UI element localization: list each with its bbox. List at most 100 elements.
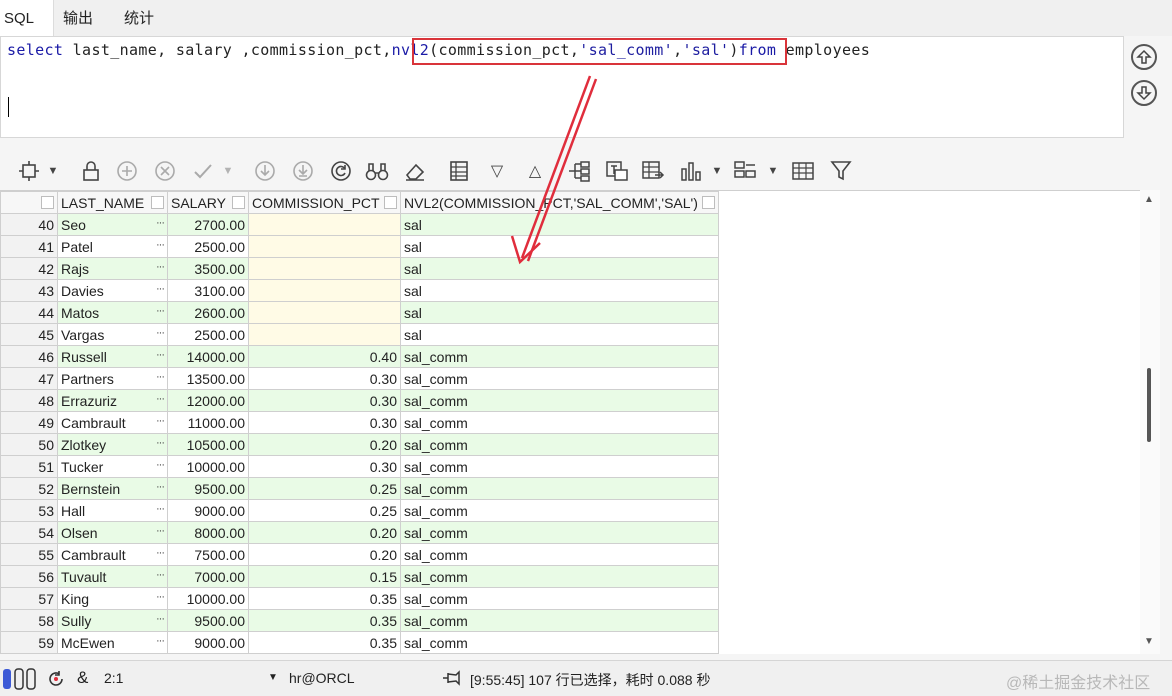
connection-dropdown-icon[interactable]: ▼ xyxy=(268,672,278,683)
cell-commission-pct[interactable] xyxy=(248,301,401,324)
fetch-last-icon[interactable] xyxy=(290,158,316,184)
row-number[interactable]: 43 xyxy=(0,279,58,302)
cell-editor-ellipsis-icon[interactable]: ··· xyxy=(156,459,165,471)
table-row[interactable]: 41 Patel ··· 2500.00 sal xyxy=(0,235,719,258)
table-row[interactable]: 47 Partners ··· 13500.00 0.30 sal_comm xyxy=(0,367,719,390)
tab-output[interactable]: 输出 xyxy=(63,0,93,36)
cell-editor-ellipsis-icon[interactable]: ··· xyxy=(156,371,165,383)
cell-last-name[interactable]: Errazuriz ··· xyxy=(57,389,168,412)
cell-editor-ellipsis-icon[interactable]: ··· xyxy=(156,239,165,251)
cell-commission-pct[interactable]: 0.40 xyxy=(248,345,401,368)
cell-last-name[interactable]: Tucker ··· xyxy=(57,455,168,478)
filter-icon[interactable] xyxy=(828,158,854,184)
cell-nvl2[interactable]: sal xyxy=(400,257,719,280)
cell-salary[interactable]: 7000.00 xyxy=(167,565,249,588)
cell-nvl2[interactable]: sal_comm xyxy=(400,543,719,566)
export-grid-icon[interactable] xyxy=(640,158,666,184)
row-number-header[interactable] xyxy=(0,191,58,214)
cell-last-name[interactable]: Zlotkey ··· xyxy=(57,433,168,456)
cell-salary[interactable]: 7500.00 xyxy=(167,543,249,566)
column-header-commission-pct[interactable]: COMMISSION_PCT xyxy=(248,191,401,214)
add-row-icon[interactable] xyxy=(114,158,140,184)
table-row[interactable]: 52 Bernstein ··· 9500.00 0.25 sal_comm xyxy=(0,477,719,500)
sort-asc-icon[interactable]: △ xyxy=(524,158,546,184)
cell-editor-ellipsis-icon[interactable]: ··· xyxy=(156,481,165,493)
table-row[interactable]: 50 Zlotkey ··· 10500.00 0.20 sal_comm xyxy=(0,433,719,456)
cell-commission-pct[interactable]: 0.30 xyxy=(248,455,401,478)
table-row[interactable]: 57 King ··· 10000.00 0.35 sal_comm xyxy=(0,587,719,610)
cell-commission-pct[interactable]: 0.25 xyxy=(248,477,401,500)
cell-editor-ellipsis-icon[interactable]: ··· xyxy=(156,327,165,339)
table-row[interactable]: 45 Vargas ··· 2500.00 sal xyxy=(0,323,719,346)
row-number[interactable]: 50 xyxy=(0,433,58,456)
cell-commission-pct[interactable] xyxy=(248,213,401,236)
cell-commission-pct[interactable]: 0.20 xyxy=(248,521,401,544)
cell-commission-pct[interactable]: 0.20 xyxy=(248,433,401,456)
cell-editor-ellipsis-icon[interactable]: ··· xyxy=(156,569,165,581)
row-number[interactable]: 44 xyxy=(0,301,58,324)
row-number[interactable]: 45 xyxy=(0,323,58,346)
cell-last-name[interactable]: Russell ··· xyxy=(57,345,168,368)
cell-nvl2[interactable]: sal_comm xyxy=(400,345,719,368)
table-row[interactable]: 44 Matos ··· 2600.00 sal xyxy=(0,301,719,324)
cell-nvl2[interactable]: sal_comm xyxy=(400,367,719,390)
cell-editor-ellipsis-icon[interactable]: ··· xyxy=(156,393,165,405)
cell-editor-ellipsis-icon[interactable]: ··· xyxy=(156,503,165,515)
column-menu-icon[interactable] xyxy=(702,196,715,209)
row-number[interactable]: 54 xyxy=(0,521,58,544)
row-number[interactable]: 49 xyxy=(0,411,58,434)
row-number[interactable]: 53 xyxy=(0,499,58,522)
cell-last-name[interactable]: Olsen ··· xyxy=(57,521,168,544)
single-record-icon[interactable] xyxy=(446,158,472,184)
caret-down-icon[interactable]: ▼ xyxy=(222,158,234,184)
row-number[interactable]: 58 xyxy=(0,609,58,632)
cell-last-name[interactable]: Bernstein ··· xyxy=(57,477,168,500)
cell-editor-ellipsis-icon[interactable]: ··· xyxy=(156,261,165,273)
table-row[interactable]: 40 Seo ··· 2700.00 sal xyxy=(0,213,719,236)
table-row[interactable]: 56 Tuvault ··· 7000.00 0.15 sal_comm xyxy=(0,565,719,588)
cell-nvl2[interactable]: sal_comm xyxy=(400,631,719,654)
table-row[interactable]: 49 Cambrault ··· 11000.00 0.30 sal_comm xyxy=(0,411,719,434)
table-row[interactable]: 54 Olsen ··· 8000.00 0.20 sal_comm xyxy=(0,521,719,544)
column-header-last-name[interactable]: LAST_NAME xyxy=(57,191,168,214)
cell-last-name[interactable]: Davies ··· xyxy=(57,279,168,302)
cell-nvl2[interactable]: sal xyxy=(400,323,719,346)
cell-last-name[interactable]: Cambrault ··· xyxy=(57,543,168,566)
grid-select-icon[interactable] xyxy=(16,158,42,184)
cell-last-name[interactable]: Seo ··· xyxy=(57,213,168,236)
column-header-salary[interactable]: SALARY xyxy=(167,191,249,214)
checkbox-icon[interactable] xyxy=(41,196,54,209)
tree-view-icon[interactable] xyxy=(566,158,592,184)
cell-nvl2[interactable]: sal_comm xyxy=(400,587,719,610)
cell-editor-ellipsis-icon[interactable]: ··· xyxy=(156,415,165,427)
table-row[interactable]: 43 Davies ··· 3100.00 sal xyxy=(0,279,719,302)
cell-editor-ellipsis-icon[interactable]: ··· xyxy=(156,525,165,537)
result-grid[interactable]: LAST_NAME SALARY COMMISSION_PCT NVL2(COM… xyxy=(0,190,1160,654)
cell-commission-pct[interactable]: 0.20 xyxy=(248,543,401,566)
cell-editor-ellipsis-icon[interactable]: ··· xyxy=(156,283,165,295)
cell-commission-pct[interactable]: 0.35 xyxy=(248,631,401,654)
cell-salary[interactable]: 8000.00 xyxy=(167,521,249,544)
cell-editor-ellipsis-icon[interactable]: ··· xyxy=(156,217,165,229)
cell-salary[interactable]: 10000.00 xyxy=(167,455,249,478)
post-changes-icon[interactable] xyxy=(190,158,216,184)
scroll-down-icon[interactable]: ▼ xyxy=(1144,636,1154,647)
row-number[interactable]: 55 xyxy=(0,543,58,566)
table-row[interactable]: 59 McEwen ··· 9000.00 0.35 sal_comm xyxy=(0,631,719,654)
cell-nvl2[interactable]: sal xyxy=(400,279,719,302)
cell-nvl2[interactable]: sal_comm xyxy=(400,521,719,544)
table-row[interactable]: 46 Russell ··· 14000.00 0.40 sal_comm xyxy=(0,345,719,368)
ampersand-icon[interactable]: & xyxy=(77,668,88,688)
arrow-down-icon[interactable] xyxy=(1131,80,1157,106)
lock-icon[interactable] xyxy=(78,158,104,184)
cell-salary[interactable]: 12000.00 xyxy=(167,389,249,412)
cell-editor-ellipsis-icon[interactable]: ··· xyxy=(156,305,165,317)
cell-salary[interactable]: 11000.00 xyxy=(167,411,249,434)
cell-last-name[interactable]: Cambrault ··· xyxy=(57,411,168,434)
table-row[interactable]: 42 Rajs ··· 3500.00 sal xyxy=(0,257,719,280)
cell-editor-ellipsis-icon[interactable]: ··· xyxy=(156,547,165,559)
column-menu-icon[interactable] xyxy=(232,196,245,209)
sort-desc-icon[interactable]: ▽ xyxy=(486,158,508,184)
table-row[interactable]: 55 Cambrault ··· 7500.00 0.20 sal_comm xyxy=(0,543,719,566)
tab-stats[interactable]: 统计 xyxy=(124,0,154,36)
